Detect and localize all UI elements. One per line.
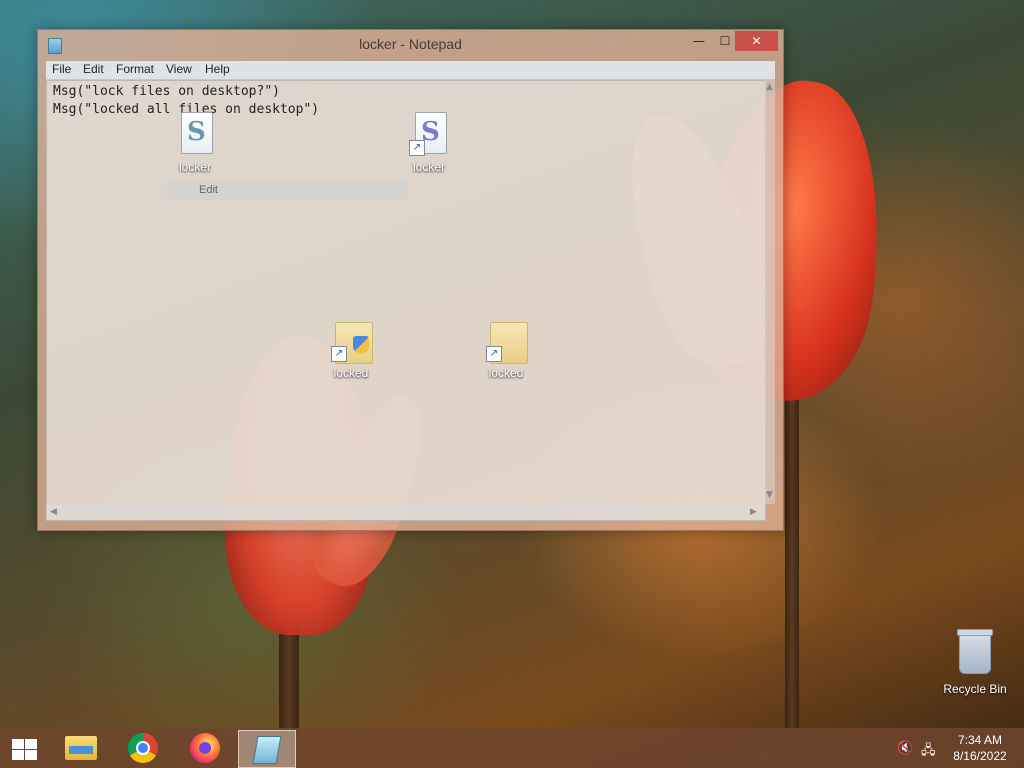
clock[interactable]: 7:34 AM 8/16/2022	[944, 732, 1016, 764]
shortcut-arrow-icon: ↗	[331, 346, 347, 362]
recycle-bin-icon	[957, 629, 993, 674]
shield-icon	[353, 336, 369, 354]
menu-bar: File Edit Format View Help	[46, 61, 775, 80]
folder-shortcut-icon: ↗	[331, 318, 373, 364]
text-line: Msg("lock files on desktop?")	[53, 84, 280, 99]
edit-label: Edit	[199, 184, 218, 196]
desktop-icon-locker-script[interactable]: S locker	[155, 112, 235, 174]
desktop: locker - Notepad — ☐ ✕ File Edit Format …	[0, 0, 1024, 768]
folder-shortcut-icon: ↗	[486, 318, 528, 364]
desktop-icon-locked-folder[interactable]: ↗ locked	[311, 318, 391, 380]
menu-help[interactable]: Help	[205, 62, 230, 76]
muted-speaker-icon[interactable]: 🔇	[897, 741, 913, 756]
taskbar: 🔇 🖧 7:34 AM 8/16/2022	[0, 728, 1024, 768]
scroll-left-icon[interactable]: ◀	[50, 507, 57, 517]
menu-edit[interactable]: Edit	[83, 62, 104, 76]
tulip-stem	[279, 620, 299, 740]
menu-file[interactable]: File	[52, 62, 71, 76]
icon-label: locker	[412, 160, 445, 174]
firefox-icon	[190, 733, 220, 763]
notepad-window[interactable]: locker - Notepad — ☐ ✕ File Edit Format …	[37, 29, 784, 531]
taskbar-firefox[interactable]	[177, 730, 233, 766]
taskbar-notepad[interactable]	[238, 730, 296, 768]
network-icon[interactable]: 🖧	[921, 741, 936, 763]
icon-label: locked	[333, 366, 369, 380]
icon-label: Recycle Bin	[943, 682, 1007, 696]
tulip-stem	[785, 380, 799, 730]
scroll-right-icon[interactable]: ▶	[750, 507, 757, 517]
chrome-icon	[128, 733, 158, 763]
taskbar-file-explorer[interactable]	[53, 730, 109, 766]
desktop-icon-locker-shortcut[interactable]: S ↗ locker	[389, 112, 469, 174]
taskbar-chrome[interactable]	[115, 730, 171, 766]
edit-label-strip: Edit	[167, 181, 408, 200]
shortcut-arrow-icon: ↗	[409, 140, 425, 156]
notepad-icon	[252, 736, 282, 764]
menu-view[interactable]: View	[166, 62, 192, 76]
vbscript-file-icon: S	[175, 112, 215, 156]
window-title: locker - Notepad	[359, 36, 462, 52]
minimize-button[interactable]: —	[686, 31, 712, 51]
clock-time: 7:34 AM	[957, 733, 1003, 747]
title-bar[interactable]: locker - Notepad — ☐ ✕	[38, 30, 783, 60]
scroll-up-icon[interactable]: ▲	[766, 82, 773, 92]
vbscript-shortcut-icon: S ↗	[409, 112, 449, 156]
close-button[interactable]: ✕	[735, 31, 778, 51]
menu-format[interactable]: Format	[116, 62, 154, 76]
scroll-down-icon[interactable]: ▼	[766, 490, 773, 500]
vertical-scrollbar[interactable]: ▲ ▼	[765, 80, 775, 504]
clock-date: 8/16/2022	[953, 749, 1007, 763]
desktop-icon-recycle-bin[interactable]: Recycle Bin	[937, 629, 1013, 696]
horizontal-scrollbar[interactable]: ◀ ▶	[46, 505, 765, 519]
start-button[interactable]	[0, 730, 50, 766]
icon-label: locker	[178, 160, 211, 174]
desktop-icon-locked-folder[interactable]: ↗ locked	[466, 318, 546, 380]
windows-start-icon	[12, 739, 38, 761]
icon-label: locked	[488, 366, 524, 380]
shortcut-arrow-icon: ↗	[486, 346, 502, 362]
file-explorer-icon	[65, 736, 97, 760]
